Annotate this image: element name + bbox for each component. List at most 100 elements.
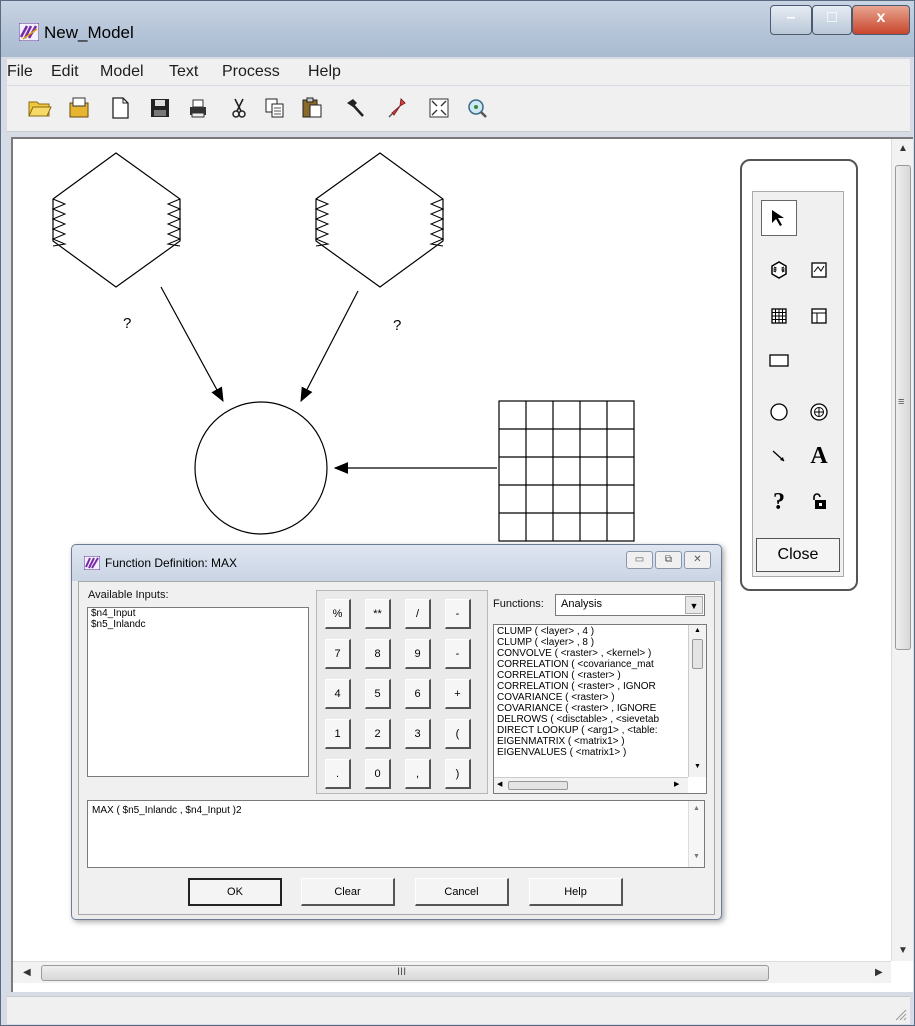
- function-item[interactable]: COVARIANCE ( <raster> , IGNORE: [494, 703, 687, 714]
- scalar-icon[interactable]: [761, 342, 797, 378]
- expression-editor[interactable]: MAX ( $n5_Inlandc , $n4_Input )2 ▲ ▼: [87, 800, 705, 868]
- menu-edit[interactable]: Edit: [51, 63, 79, 81]
- lock-icon[interactable]: [801, 484, 837, 520]
- key-dash[interactable]: -: [445, 599, 471, 629]
- dialog-close-button[interactable]: ✕: [684, 551, 711, 569]
- help-icon[interactable]: ?: [761, 484, 797, 520]
- horizontal-scroll-thumb[interactable]: III: [41, 965, 769, 981]
- key-4[interactable]: 4: [325, 679, 351, 709]
- table-icon[interactable]: [801, 298, 837, 334]
- function-item[interactable]: COVARIANCE ( <raster> ): [494, 692, 687, 703]
- close-button[interactable]: x: [852, 5, 910, 35]
- title-bar[interactable]: New_Model – □ x: [1, 1, 914, 57]
- menu-help[interactable]: Help: [308, 63, 341, 81]
- print-icon[interactable]: [185, 95, 211, 121]
- text-icon[interactable]: A: [801, 438, 837, 474]
- key-6[interactable]: 6: [405, 679, 431, 709]
- functions-horizontal-scrollbar[interactable]: ◀ ▶: [494, 777, 688, 793]
- vector-icon[interactable]: [801, 252, 837, 288]
- menu-model[interactable]: Model: [100, 63, 144, 81]
- key-8[interactable]: 8: [365, 639, 391, 669]
- vertical-scroll-thumb[interactable]: ≡: [895, 165, 911, 650]
- cut-icon[interactable]: [226, 95, 252, 121]
- resize-grip-icon[interactable]: [893, 1007, 907, 1021]
- zoom-icon[interactable]: [464, 95, 490, 121]
- matrix-icon[interactable]: [761, 298, 797, 334]
- key-decimal[interactable]: .: [325, 759, 351, 789]
- chevron-down-icon[interactable]: ▼: [685, 596, 703, 614]
- palette-close-button[interactable]: Close: [756, 538, 840, 572]
- clear-button[interactable]: Clear: [301, 878, 395, 906]
- paste-icon[interactable]: [299, 95, 325, 121]
- function-item[interactable]: EIGENVALUES ( <matrix1> ): [494, 747, 687, 758]
- function-item[interactable]: DELROWS ( <disctable> , <sievetab: [494, 714, 687, 725]
- copy-icon[interactable]: [262, 95, 288, 121]
- criteria-icon[interactable]: [801, 394, 837, 430]
- raster-node-2[interactable]: [314, 152, 445, 288]
- key-5[interactable]: 5: [365, 679, 391, 709]
- scroll-up-icon[interactable]: ▲: [693, 805, 700, 812]
- scroll-up-icon[interactable]: ▲: [898, 143, 908, 154]
- dialog-minimize-button[interactable]: ▭: [626, 551, 653, 569]
- minimize-button[interactable]: –: [770, 5, 812, 35]
- key-3[interactable]: 3: [405, 719, 431, 749]
- scroll-down-icon[interactable]: ▼: [693, 853, 700, 860]
- functions-vertical-scrollbar[interactable]: ▲ ▼: [688, 625, 706, 777]
- function-item[interactable]: CONVOLVE ( <raster> , <kernel> ): [494, 648, 687, 659]
- scroll-left-icon[interactable]: ◀: [497, 780, 502, 788]
- matrix-node[interactable]: [498, 400, 635, 542]
- connect-icon[interactable]: [761, 438, 797, 474]
- menu-file[interactable]: File: [7, 63, 33, 81]
- horizontal-scrollbar[interactable]: ◀ III ▶: [13, 961, 891, 983]
- input-item[interactable]: $n4_Input: [88, 608, 308, 619]
- function-item[interactable]: CORRELATION ( <raster> , IGNOR: [494, 681, 687, 692]
- vertical-scrollbar[interactable]: ▲ ≡ ▼: [891, 139, 913, 961]
- arrow-select-icon[interactable]: [761, 200, 797, 236]
- open-folder-icon[interactable]: [27, 95, 53, 121]
- key-percent[interactable]: %: [325, 599, 351, 629]
- available-inputs-list[interactable]: $n4_Input $n5_Inlandc: [87, 607, 309, 777]
- dialog-restore-button[interactable]: ⧉: [655, 551, 682, 569]
- scroll-up-icon[interactable]: ▲: [694, 627, 701, 634]
- new-document-icon[interactable]: [107, 95, 133, 121]
- function-item[interactable]: EIGENMATRIX ( <matrix1> ): [494, 736, 687, 747]
- fit-window-icon[interactable]: [426, 95, 452, 121]
- function-item[interactable]: DIRECT LOOKUP ( <arg1> , <table:: [494, 725, 687, 736]
- scroll-down-icon[interactable]: ▼: [694, 763, 701, 770]
- connection-arrow-1[interactable]: [160, 286, 224, 403]
- connection-arrow-2[interactable]: [300, 290, 359, 403]
- scroll-right-icon[interactable]: ▶: [674, 780, 679, 788]
- ok-button[interactable]: OK: [188, 878, 282, 906]
- function-circle-icon[interactable]: [761, 394, 797, 430]
- function-item[interactable]: CORRELATION ( <covariance_mat: [494, 659, 687, 670]
- key-divide[interactable]: /: [405, 599, 431, 629]
- open-file-icon[interactable]: [67, 95, 93, 121]
- key-close-paren[interactable]: ): [445, 759, 471, 789]
- menu-text[interactable]: Text: [169, 63, 198, 81]
- help-button[interactable]: Help: [529, 878, 623, 906]
- input-item[interactable]: $n5_Inlandc: [88, 619, 308, 630]
- pin-icon[interactable]: [385, 95, 411, 121]
- functions-category-select[interactable]: Analysis ▼: [555, 594, 705, 616]
- maximize-button[interactable]: □: [812, 5, 852, 35]
- expression-scrollbar[interactable]: ▲ ▼: [688, 801, 704, 867]
- cancel-button[interactable]: Cancel: [415, 878, 509, 906]
- functions-list[interactable]: CLUMP ( <layer> , 4 ) CLUMP ( <layer> , …: [493, 624, 707, 794]
- key-2[interactable]: 2: [365, 719, 391, 749]
- key-comma[interactable]: ,: [405, 759, 431, 789]
- key-1[interactable]: 1: [325, 719, 351, 749]
- menu-process[interactable]: Process: [222, 63, 280, 81]
- function-item[interactable]: CLUMP ( <layer> , 8 ): [494, 637, 687, 648]
- key-minus[interactable]: -: [445, 639, 471, 669]
- scroll-left-icon[interactable]: ◀: [23, 967, 31, 978]
- key-0[interactable]: 0: [365, 759, 391, 789]
- raster-node-1[interactable]: [51, 152, 182, 288]
- raster-icon[interactable]: [761, 252, 797, 288]
- functions-scroll-thumb[interactable]: [692, 639, 703, 669]
- scroll-right-icon[interactable]: ▶: [875, 967, 883, 978]
- save-icon[interactable]: [147, 95, 173, 121]
- function-item[interactable]: CLUMP ( <layer> , 4 ): [494, 626, 687, 637]
- function-item[interactable]: CORRELATION ( <raster> ): [494, 670, 687, 681]
- functions-hscroll-thumb[interactable]: [508, 781, 568, 790]
- dialog-title-bar[interactable]: Function Definition: MAX ▭ ⧉ ✕: [72, 545, 721, 581]
